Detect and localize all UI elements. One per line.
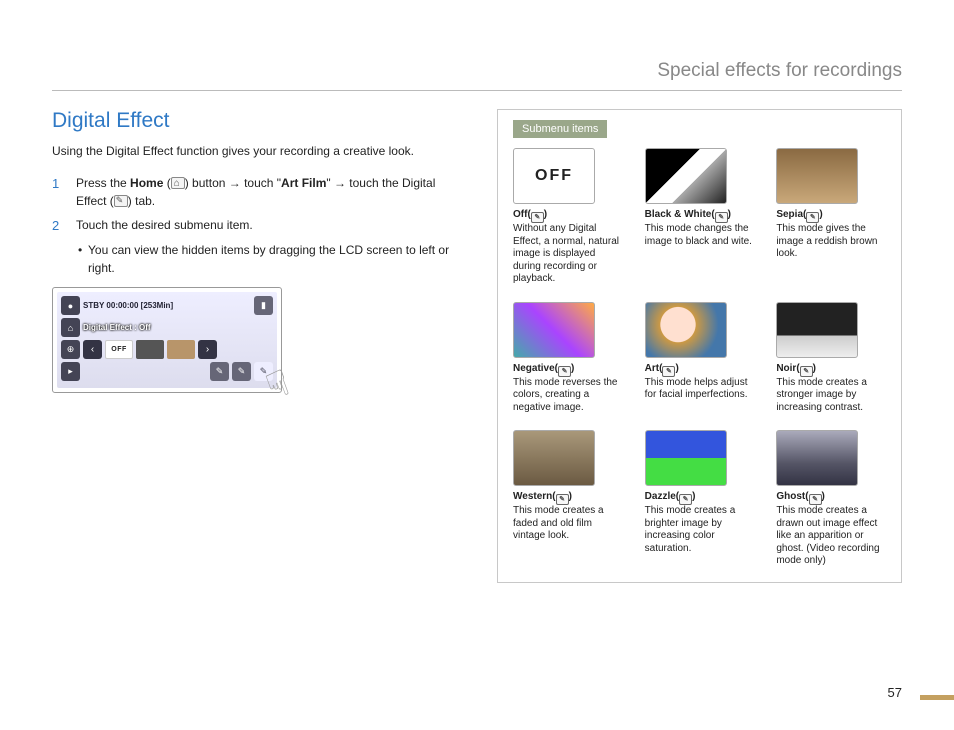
next-button[interactable]: › [198,340,217,359]
tab-icon[interactable]: ✎ [210,362,229,381]
status-text: STBY 00:00:00 [253Min] [83,301,251,310]
submenu-item: Ghost(✎)This mode creates a drawn out im… [776,430,886,568]
effect-label: Dazzle(✎)This mode creates a brighter im… [645,491,755,555]
effect-label: Art(✎)This mode helps adjust for facial … [645,363,755,402]
submenu-item: Art(✎)This mode helps adjust for facial … [645,302,755,415]
effect-thumb[interactable] [136,340,164,359]
submenu-item: Black & White(✎)This mode changes the im… [645,148,755,286]
effect-swatch [513,302,595,358]
home-lcd-icon: ⌂ [61,318,80,337]
tab-icon[interactable]: ✎ [232,362,251,381]
effect-label: Digital Effect : Off [83,323,151,332]
effect-label: Negative(✎)This mode reverses the colors… [513,363,623,415]
page-number: 57 [888,685,902,700]
battery-icon: ▮ [254,296,273,315]
submenu-item: Sepia(✎)This mode gives the image a redd… [776,148,886,286]
effect-swatch [776,430,858,486]
chapter-title: Special effects for recordings [52,60,902,82]
section-title: Digital Effect [52,109,467,133]
submenu-item: Negative(✎)This mode reverses the colors… [513,302,623,415]
effect-label: Western(✎)This mode creates a faded and … [513,491,623,543]
effect-swatch [645,430,727,486]
step-text: Touch the desired submenu item. [76,216,467,236]
off-chip[interactable]: OFF [105,340,133,359]
effect-label: Off(✎)Without any Digital Effect, a norm… [513,209,623,286]
submenu-item: Western(✎)This mode creates a faded and … [513,430,623,568]
effect-swatch [776,148,858,204]
page-accent-bar [920,695,954,700]
step-1: 1 Press the Home () button → touch "Art … [52,174,467,210]
submenu-box: Submenu items OFFOff(✎)Without any Digit… [497,109,902,583]
rule [52,90,902,91]
rec-icon: ● [61,296,80,315]
prev-button[interactable]: ‹ [83,340,102,359]
bullet-item: You can view the hidden items by draggin… [78,241,467,277]
step-2: 2 Touch the desired submenu item. [52,216,467,236]
submenu-tab: Submenu items [513,120,607,138]
effect-thumb[interactable] [167,340,195,359]
effect-label: Noir(✎)This mode creates a stronger imag… [776,363,886,415]
effect-swatch [776,302,858,358]
effect-icon [114,195,128,207]
submenu-item: OFFOff(✎)Without any Digital Effect, a n… [513,148,623,286]
effect-label: Sepia(✎)This mode gives the image a redd… [776,209,886,261]
step-text: Press the Home () button → touch "Art Fi… [76,174,467,210]
bullet-list: You can view the hidden items by draggin… [78,241,467,277]
effect-swatch [513,430,595,486]
intro-text: Using the Digital Effect function gives … [52,143,467,160]
zoom-icon: ⊕ [61,340,80,359]
home-icon [171,177,185,189]
effect-swatch [645,148,727,204]
submenu-item: Noir(✎)This mode creates a stronger imag… [776,302,886,415]
effect-swatch [645,302,727,358]
lcd-preview: ● STBY 00:00:00 [253Min] ▮ ⌂ Digital Eff… [52,287,282,393]
step-number: 1 [52,174,66,210]
effect-label: Ghost(✎)This mode creates a drawn out im… [776,491,886,568]
effect-swatch: OFF [513,148,595,204]
play-icon: ▸ [61,362,80,381]
hand-cursor-icon: ☟ [261,362,296,409]
effect-label: Black & White(✎)This mode changes the im… [645,209,755,248]
step-number: 2 [52,216,66,236]
submenu-item: Dazzle(✎)This mode creates a brighter im… [645,430,755,568]
